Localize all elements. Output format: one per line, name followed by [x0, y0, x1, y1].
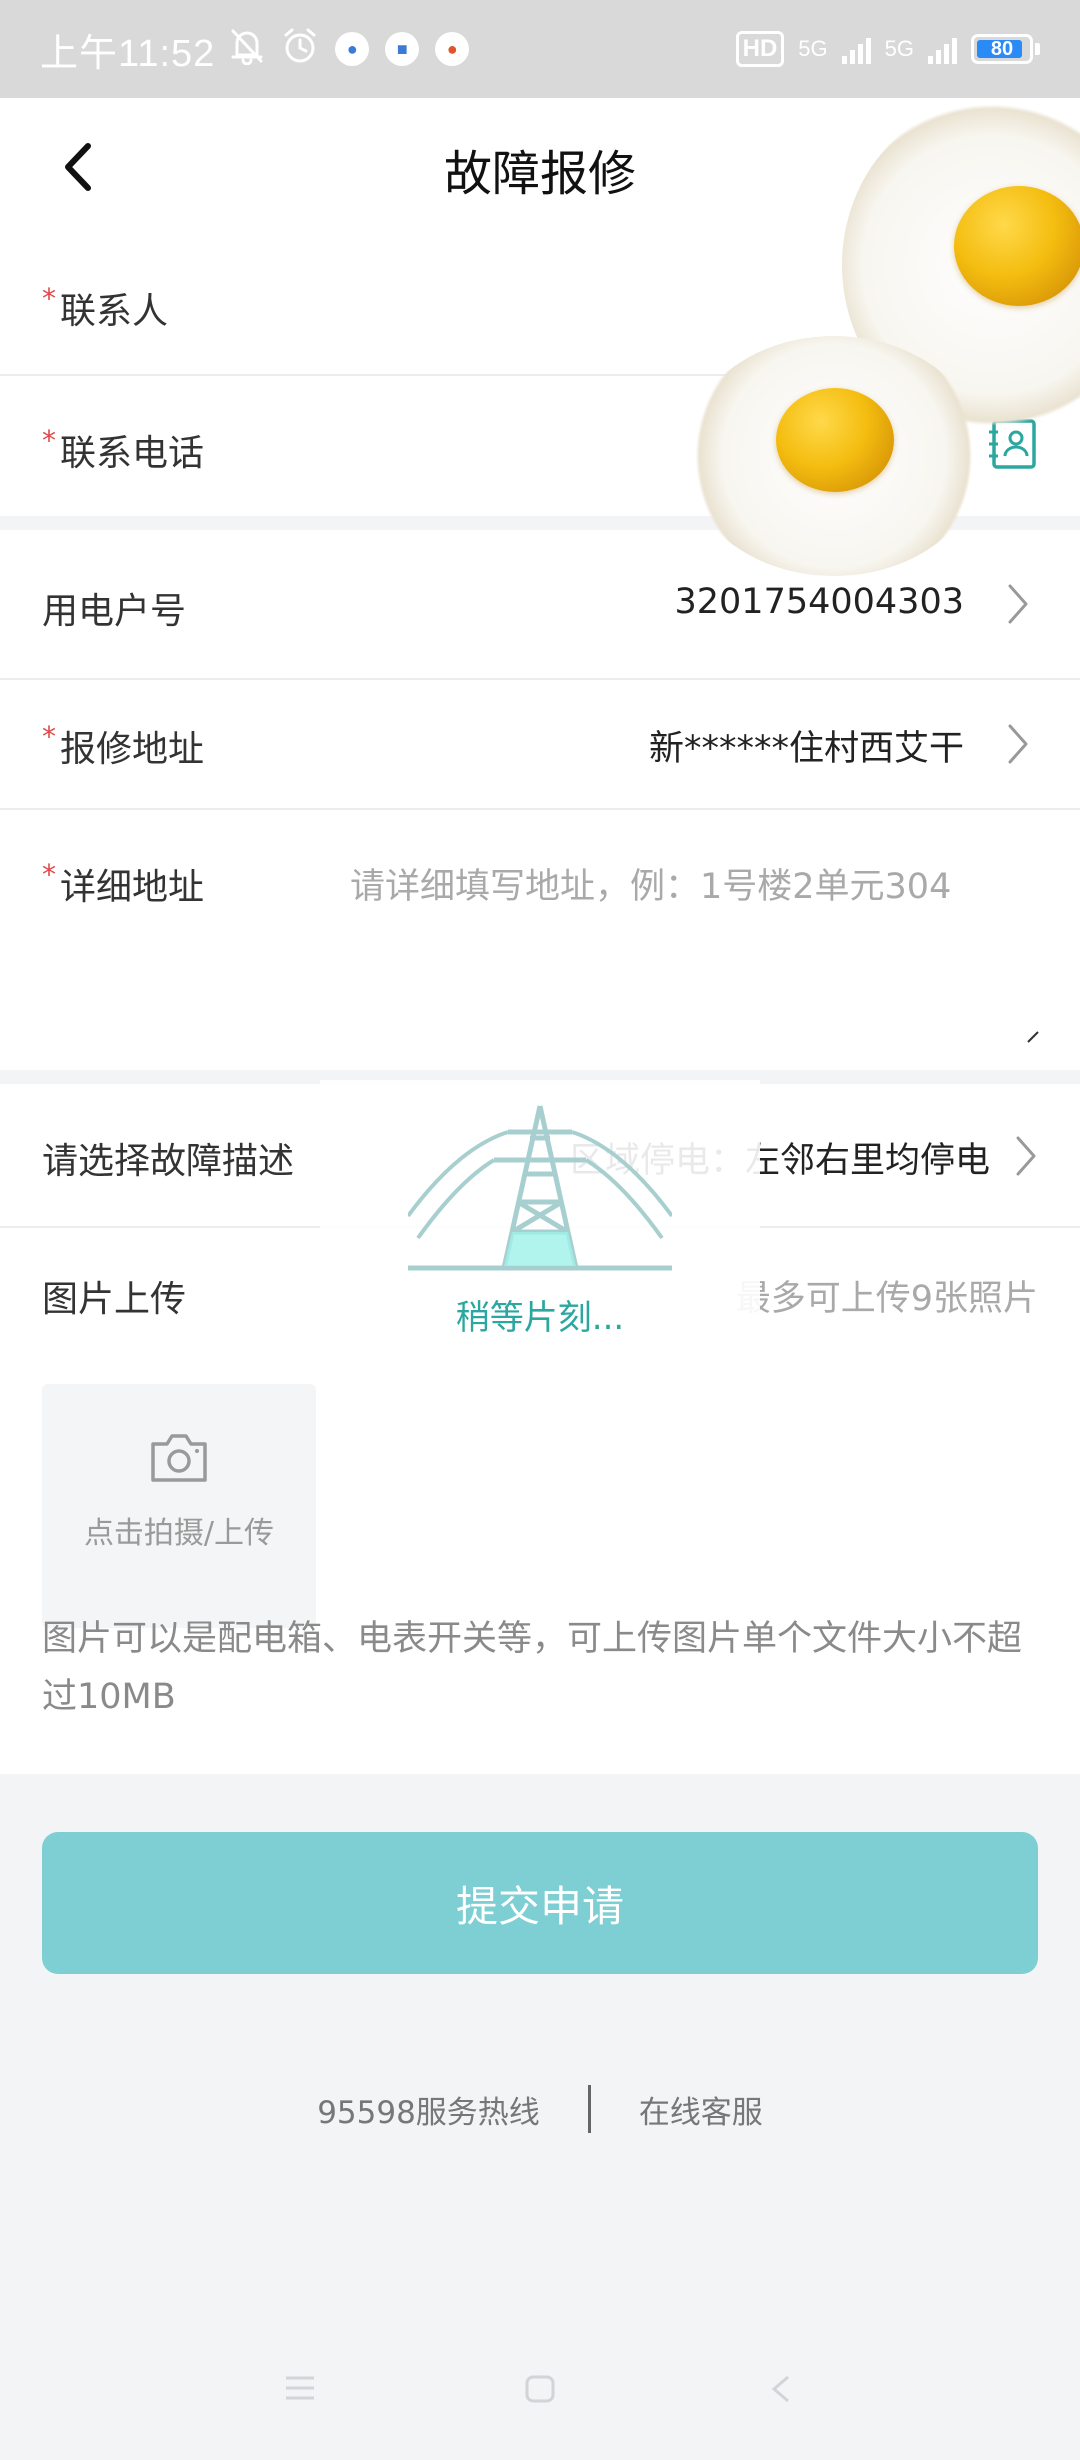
network-type-2: 5G	[884, 36, 914, 61]
signal-icon-1	[841, 34, 871, 64]
app-notification-icon-2: ■	[385, 32, 420, 66]
upload-hint: 图片可以是配电箱、电表开关等，可上传图片单个文件大小不超过10MB	[42, 1619, 1023, 1717]
app-notification-icon-1: ●	[335, 32, 370, 66]
egg-sticker-small	[684, 336, 984, 576]
power-tower-icon	[408, 1105, 672, 1271]
required-mark: *	[42, 424, 56, 457]
hotline-link[interactable]: 95598服务热线	[317, 2087, 540, 2132]
network-type-1: 5G	[798, 36, 828, 61]
camera-icon	[151, 1434, 207, 1482]
chevron-right-icon	[1008, 724, 1028, 764]
contact-label: * 联系人	[42, 282, 169, 332]
screen: 上午11:52 ● ■ ● HD 5G 5G 80 故障报修 * 联系人 * 联…	[0, 0, 1080, 2460]
fault-description-label: 请选择故障描述	[42, 1141, 295, 1182]
address-label: * 报修地址	[42, 720, 205, 770]
upload-label: 点击拍摄/上传	[83, 1516, 275, 1551]
status-right-icons: HD 5G 5G 80	[735, 31, 1040, 67]
resize-handle-icon	[1027, 1031, 1039, 1043]
footer-links: 95598服务热线 在线客服	[0, 2082, 1080, 2136]
required-mark: *	[42, 282, 56, 315]
address-value: 新******住村西艾干	[648, 729, 964, 769]
chevron-right-icon	[1008, 584, 1028, 624]
menu-icon[interactable]	[284, 2374, 316, 2402]
loading-text: 稍等片刻...	[455, 1298, 625, 1338]
submit-button[interactable]: 提交申请	[42, 1832, 1038, 1974]
loading-overlay: 稍等片刻...	[320, 1080, 760, 1340]
photo-limit-text: 最多可上传9张照片	[735, 1279, 1038, 1319]
detail-address-label: * 详细地址	[42, 858, 205, 908]
account-value: 3201754004303	[674, 582, 965, 622]
photo-upload-label: 图片上传	[42, 1279, 187, 1320]
hd-indicator: HD	[735, 31, 785, 67]
status-time: 上午11:52	[40, 32, 216, 75]
chevron-right-icon	[1016, 1136, 1036, 1176]
battery-icon: 80	[971, 34, 1033, 64]
home-icon[interactable]	[524, 2374, 556, 2404]
bell-off-icon	[229, 27, 265, 72]
online-service-link[interactable]: 在线客服	[639, 2087, 763, 2132]
footer-separator	[587, 2085, 591, 2133]
photo-upload-button[interactable]: 点击拍摄/上传	[42, 1384, 316, 1628]
status-notification-icons: ● ■ ●	[229, 27, 470, 72]
required-mark: *	[42, 720, 56, 753]
detail-address-row[interactable]: * 详细地址 请详细填写地址，例：1号楼2单元304	[0, 810, 1080, 1070]
alarm-clock-icon	[281, 27, 319, 72]
status-bar: 上午11:52 ● ■ ● HD 5G 5G 80	[0, 0, 1080, 98]
app-notification-icon-3: ●	[435, 32, 470, 66]
phone-label: * 联系电话	[42, 424, 205, 474]
back-nav-icon[interactable]	[768, 2374, 792, 2404]
required-mark: *	[42, 858, 56, 891]
address-row[interactable]: * 报修地址 新******住村西艾干	[0, 680, 1080, 808]
system-nav-bar	[0, 2330, 1080, 2460]
account-section: 用电户号 3201754004303 * 报修地址 新******住村西艾干 * 详…	[0, 530, 1080, 1070]
signal-icon-2	[928, 34, 957, 64]
account-label: 用电户号	[42, 591, 187, 632]
detail-address-input[interactable]: 请详细填写地址，例：1号楼2单元304	[350, 858, 951, 909]
